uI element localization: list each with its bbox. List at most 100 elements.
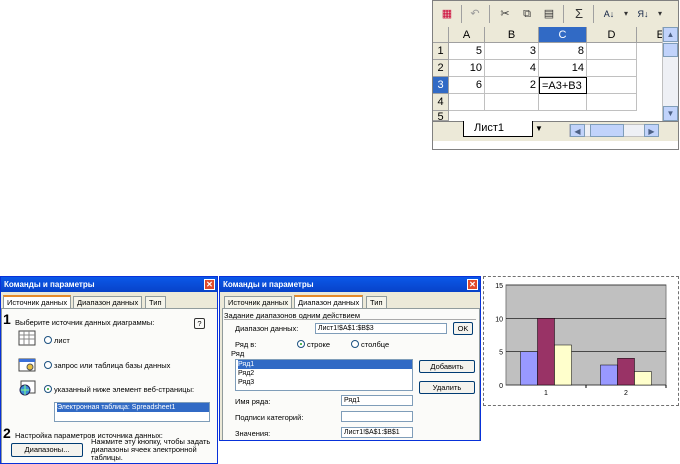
cell-b1[interactable]: 3 bbox=[485, 43, 539, 60]
values-label: Значения: bbox=[235, 429, 271, 438]
horizontal-scrollbar[interactable]: ◀ ▶ bbox=[569, 124, 659, 137]
list-item-selected[interactable]: Электронная таблица: Spreadsheet1 bbox=[57, 403, 209, 412]
column-header-a[interactable]: A bbox=[449, 27, 485, 43]
series-list[interactable]: Ряд1 Ряд2 Ряд3 bbox=[235, 359, 413, 391]
column-header-d[interactable]: D bbox=[587, 27, 637, 43]
bar bbox=[617, 358, 635, 386]
tab-type[interactable]: Тип bbox=[145, 296, 166, 308]
radio-rows[interactable] bbox=[297, 340, 305, 348]
radio-web-element[interactable] bbox=[44, 385, 52, 393]
cell-c4[interactable] bbox=[539, 94, 587, 111]
dialog-titlebar: Команды и параметры ✕ bbox=[220, 277, 480, 292]
scroll-down-icon[interactable]: ▼ bbox=[663, 106, 678, 121]
cell-d1[interactable] bbox=[587, 43, 637, 60]
close-icon[interactable]: ✕ bbox=[467, 279, 478, 290]
range-input[interactable]: Лист1!$A$1:$B$3 bbox=[315, 323, 447, 334]
values-input[interactable]: Лист1!$A$1:$B$1 bbox=[341, 427, 413, 438]
bar bbox=[520, 351, 538, 386]
chevron-down-icon[interactable]: ▼ bbox=[535, 124, 543, 133]
bar bbox=[554, 344, 572, 386]
category-labels-input[interactable] bbox=[341, 411, 413, 422]
row-header-selected[interactable]: 3 bbox=[433, 77, 449, 94]
delete-series-button[interactable]: Удалить bbox=[419, 381, 475, 394]
radio-query[interactable] bbox=[44, 361, 52, 369]
scroll-right-icon[interactable]: ▶ bbox=[644, 124, 659, 137]
cell-a4[interactable] bbox=[449, 94, 485, 111]
scroll-up-icon[interactable]: ▲ bbox=[663, 27, 678, 42]
cell-a1[interactable]: 5 bbox=[449, 43, 485, 60]
commands-dialog-source: Команды и параметры ✕ Источник данных Ди… bbox=[0, 276, 218, 464]
ranges-hint: Нажмите эту кнопку, чтобы задать диапазо… bbox=[91, 438, 210, 462]
cell-c1[interactable]: 8 bbox=[539, 43, 587, 60]
sheet-tab[interactable]: Лист1 bbox=[463, 121, 533, 137]
vertical-scrollbar[interactable]: ▲ ▼ bbox=[662, 27, 678, 121]
cell-b2[interactable]: 4 bbox=[485, 60, 539, 77]
step-number: 2 bbox=[3, 425, 11, 441]
ok-button[interactable]: OK bbox=[453, 322, 473, 335]
cell-c2[interactable]: 14 bbox=[539, 60, 587, 77]
scroll-thumb[interactable] bbox=[663, 43, 678, 57]
cell-a2[interactable]: 10 bbox=[449, 60, 485, 77]
undo-icon[interactable]: ↶ bbox=[465, 4, 485, 24]
radio-columns[interactable] bbox=[351, 340, 359, 348]
bar bbox=[537, 318, 555, 386]
option-columns-label: столбце bbox=[361, 340, 390, 349]
chart-wizard-icon[interactable]: ▦ bbox=[437, 4, 457, 24]
scroll-left-icon[interactable]: ◀ bbox=[570, 124, 585, 137]
copy-icon[interactable]: ⧉ bbox=[517, 4, 537, 24]
help-icon[interactable]: ? bbox=[194, 318, 205, 329]
row-header[interactable]: 4 bbox=[433, 94, 449, 111]
cell-d4[interactable] bbox=[587, 94, 637, 111]
row-header[interactable]: 5 bbox=[433, 111, 449, 121]
cut-icon[interactable]: ✂ bbox=[495, 4, 515, 24]
chevron-down-icon[interactable]: ▾ bbox=[655, 4, 665, 24]
series-label: Ряд bbox=[231, 349, 245, 358]
divider bbox=[224, 319, 476, 320]
sheet-tab-label: Лист1 bbox=[474, 122, 505, 134]
ranges-hint-line: таблицы. bbox=[91, 453, 123, 462]
cell-d2[interactable] bbox=[587, 60, 637, 77]
tab-data-range[interactable]: Диапазон данных bbox=[73, 296, 143, 308]
tab-type[interactable]: Тип bbox=[366, 296, 387, 308]
scroll-thumb[interactable] bbox=[590, 124, 624, 137]
tab-panel: 1 Выберите источник данных диаграммы: ? … bbox=[1, 308, 217, 463]
step1-label: Выберите источник данных диаграммы: bbox=[15, 318, 155, 327]
sort-descending-button[interactable]: Я↓ bbox=[633, 4, 653, 24]
sheet-icon bbox=[18, 330, 36, 346]
series-in-label: Ряд в: bbox=[235, 340, 257, 349]
series-name-input[interactable]: Ряд1 bbox=[341, 395, 413, 406]
close-icon[interactable]: ✕ bbox=[204, 279, 215, 290]
bar bbox=[634, 371, 652, 386]
select-all-corner[interactable] bbox=[433, 27, 449, 43]
range-label: Диапазон данных: bbox=[235, 324, 299, 333]
tab-panel: Задание диапазонов одним действием Диапа… bbox=[222, 308, 480, 440]
row-header[interactable]: 2 bbox=[433, 60, 449, 77]
column-header-b[interactable]: B bbox=[485, 27, 539, 43]
radio-sheet[interactable] bbox=[44, 336, 52, 344]
sort-ascending-button[interactable]: А↓ bbox=[599, 4, 619, 24]
paste-icon[interactable]: ▤ bbox=[539, 4, 559, 24]
list-item[interactable]: Ряд2 bbox=[238, 369, 412, 378]
sheet-tab-bar: Лист1 ▼ ◀ ▶ bbox=[433, 121, 678, 141]
cell-a3[interactable]: 6 bbox=[449, 77, 485, 94]
cell-d3[interactable] bbox=[587, 77, 637, 94]
cell-c3-active[interactable]: =A3+B3 bbox=[539, 77, 587, 94]
option-query-label: запрос или таблица базы данных bbox=[54, 361, 171, 370]
chevron-down-icon[interactable]: ▾ bbox=[621, 4, 631, 24]
list-item[interactable]: Ряд3 bbox=[238, 378, 412, 387]
spreadsheet-window: ▦ ↶ ✂ ⧉ ▤ Σ А↓ ▾ Я↓ ▾ A B C D E 1 5 3 8 … bbox=[432, 0, 679, 150]
row-header[interactable]: 1 bbox=[433, 43, 449, 60]
ranges-button[interactable]: Диапазоны... bbox=[11, 443, 83, 457]
cell-b3[interactable]: 2 bbox=[485, 77, 539, 94]
tab-data-source[interactable]: Источник данных bbox=[224, 296, 293, 308]
add-series-button[interactable]: Добавить bbox=[419, 360, 475, 373]
list-item-selected[interactable]: Ряд1 bbox=[238, 360, 412, 369]
autosum-button[interactable]: Σ bbox=[569, 4, 589, 24]
dialog-titlebar: Команды и параметры ✕ bbox=[1, 277, 217, 292]
y-tick-label: 0 bbox=[499, 383, 503, 390]
web-elements-list[interactable]: Электронная таблица: Spreadsheet1 bbox=[54, 402, 210, 422]
chart-object[interactable]: 0 5 10 15 1 2 bbox=[483, 276, 679, 406]
option-web-label: указанный ниже элемент веб-страницы: bbox=[54, 385, 195, 394]
column-header-c[interactable]: C bbox=[539, 27, 587, 43]
cell-b4[interactable] bbox=[485, 94, 539, 111]
